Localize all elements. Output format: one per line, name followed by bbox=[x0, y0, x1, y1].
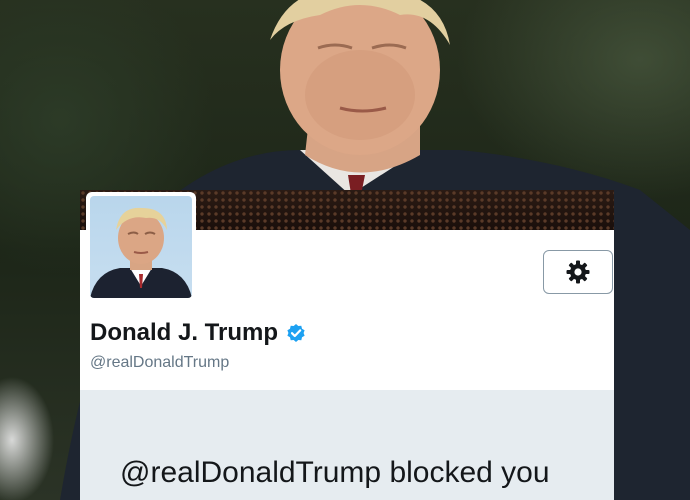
profile-handle[interactable]: @realDonaldTrump bbox=[90, 354, 229, 372]
gear-icon bbox=[565, 259, 591, 285]
blocked-notice-panel: @realDonaldTrump blocked you bbox=[80, 390, 614, 500]
profile-name: Donald J. Trump bbox=[90, 319, 306, 347]
avatar-image bbox=[90, 196, 192, 298]
verified-badge-icon bbox=[286, 323, 306, 343]
settings-button[interactable] bbox=[543, 250, 613, 294]
display-name-text: Donald J. Trump bbox=[90, 319, 279, 346]
avatar[interactable] bbox=[86, 192, 196, 302]
blocked-message: @realDonaldTrump blocked you bbox=[120, 456, 550, 489]
profile-card: Donald J. Trump @realDonaldTrump @realDo… bbox=[80, 190, 614, 500]
